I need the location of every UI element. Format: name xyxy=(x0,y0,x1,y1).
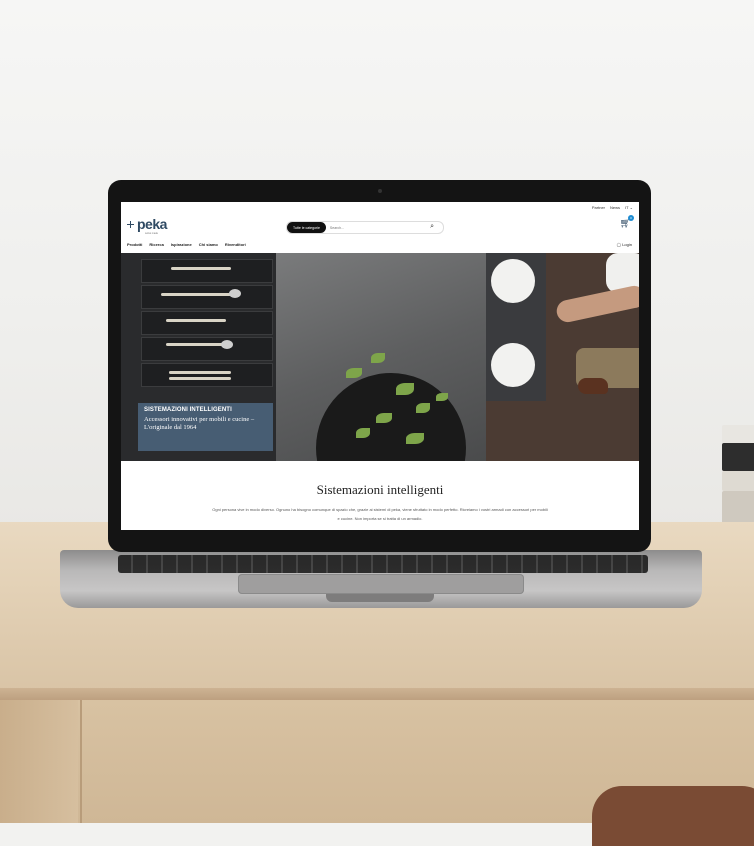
hero-caption-card: SISTEMAZIONI INTELLIGENTI Accessori inno… xyxy=(138,403,273,451)
search-category-select[interactable]: Tutte le categorie xyxy=(287,222,326,233)
hero-caption-text: Accessori innovativi per mobili e cucine… xyxy=(144,416,255,431)
util-link-partner[interactable]: Partner xyxy=(592,205,605,210)
utility-nav: Partner News IT ⌄ xyxy=(592,205,633,210)
desk-drawer-seam xyxy=(80,700,82,823)
laptop-notch xyxy=(326,594,434,602)
cart-count-badge: 0 xyxy=(628,215,634,221)
nav-item-prodotti[interactable]: Prodotti xyxy=(127,242,142,247)
search-icon[interactable]: ⌕ xyxy=(430,223,434,231)
desk-edge xyxy=(0,688,754,700)
nav-item-rivenditori[interactable]: Rivenditori xyxy=(225,242,246,247)
laptop-trackpad xyxy=(238,574,524,594)
language-select[interactable]: IT ⌄ xyxy=(625,205,633,210)
main-nav: Prodotti Ricerca Ispirazione Chi siamo R… xyxy=(127,242,246,247)
util-link-news[interactable]: News xyxy=(610,205,620,210)
laptop-keyboard xyxy=(118,555,648,573)
section-title: Sistemazioni intelligenti xyxy=(316,482,444,497)
site-logo[interactable]: peka xyxy=(127,217,167,231)
camera-icon xyxy=(378,189,382,193)
logo-mark-icon xyxy=(127,220,134,228)
hero-banner[interactable]: SISTEMAZIONI INTELLIGENTI Accessori inno… xyxy=(121,253,639,461)
desk-leg xyxy=(0,700,78,823)
nav-item-ispirazione[interactable]: Ispirazione xyxy=(171,242,192,247)
laptop-screen: Partner News IT ⌄ peka swiss made Tutte … xyxy=(121,202,639,530)
hero-drawer-photo xyxy=(486,253,639,461)
search-input[interactable] xyxy=(325,225,424,230)
nav-item-ricerca[interactable]: Ricerca xyxy=(149,242,163,247)
hero-plant-photo xyxy=(276,253,486,461)
chevron-down-icon: ⌄ xyxy=(629,205,633,210)
search-bar: Tutte le categorie ⌕ xyxy=(286,221,444,234)
hero-caption-title: SISTEMAZIONI INTELLIGENTI xyxy=(144,407,232,413)
section-text: Ogni persona vive in modo diverso. Ognun… xyxy=(212,507,548,521)
chair-back xyxy=(592,786,754,846)
brand-name: peka xyxy=(137,216,167,232)
brand-tagline: swiss made xyxy=(145,232,159,235)
login-link[interactable]: ◯ Login xyxy=(617,242,632,247)
nav-item-chi-siamo[interactable]: Chi siamo xyxy=(199,242,218,247)
cart-button[interactable]: 🛒︎ 0 xyxy=(620,215,634,229)
user-icon: ◯ xyxy=(616,242,622,247)
